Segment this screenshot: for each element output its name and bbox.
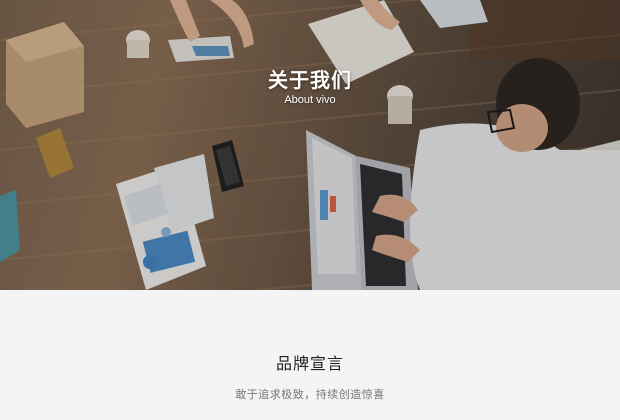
brand-heading: 品牌宣言 bbox=[275, 354, 344, 373]
hero-title: 关于我们 bbox=[268, 68, 352, 92]
hero-subtitle: About vivo bbox=[284, 94, 336, 106]
brand-section: 品牌宣言 敢于追求极致，持续创造惊喜 bbox=[0, 290, 620, 420]
about-page: 关于我们 About vivo 品牌宣言 敢于追求极致，持续创造惊喜 bbox=[0, 0, 620, 420]
hero-banner: 关于我们 About vivo bbox=[0, 0, 620, 290]
brand-slogan: 敢于追求极致，持续创造惊喜 bbox=[235, 388, 385, 401]
hero-overlay bbox=[0, 0, 620, 290]
